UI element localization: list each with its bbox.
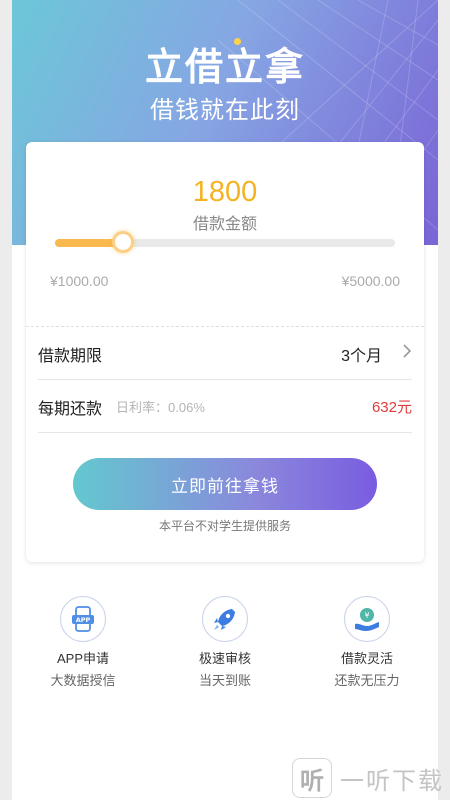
loan-amount-label: 借款金额 [192, 216, 257, 233]
slider-max-label: ¥5000.00 [341, 273, 400, 289]
loan-term-label: 借款期限 [38, 347, 103, 365]
feature-item: APP APP申请 大数据授信 [12, 596, 154, 689]
svg-text:¥: ¥ [364, 611, 369, 620]
amount-slider[interactable] [55, 231, 395, 253]
dashed-divider [26, 326, 424, 327]
hero-subtitle: 借钱就在此刻 [150, 97, 300, 124]
feature-subtitle: 大数据授信 [50, 673, 116, 688]
feature-title: 借款灵活 [340, 651, 393, 666]
feature-title: 极速审核 [198, 651, 251, 666]
svg-text:APP: APP [76, 616, 91, 624]
watermark: 听 一听下载 [292, 756, 450, 800]
feature-subtitle: 当天到账 [198, 673, 251, 688]
app-screen: 立借立拿 借钱就在此刻 1800 借款金额 ¥1000.00 ¥5000.00 … [12, 0, 438, 800]
slider-handle[interactable] [112, 231, 134, 253]
hero-title: 立借立拿 [144, 45, 305, 89]
hand-yen-icon: ¥ [344, 596, 390, 642]
feature-subtitle: 还款无压力 [334, 673, 400, 688]
student-notice: 本平台不对学生提供服务 [158, 519, 291, 533]
feature-list: APP APP申请 大数据授信 极速审核 当天到账 ¥ 借款灵活 还款无压力 [12, 596, 438, 689]
loan-term-value: 3个月 [341, 347, 382, 365]
sparkle-dot [234, 38, 241, 45]
feature-title: APP申请 [56, 651, 109, 666]
repayment-label: 每期还款 [38, 400, 103, 418]
loan-amount: 1800 [192, 176, 258, 208]
repayment-row: 每期还款 日利率：0.06% 632元 [38, 381, 412, 433]
repayment-value: 632元 [371, 399, 412, 416]
slider-min-label: ¥1000.00 [50, 273, 109, 289]
feature-item: 极速审核 当天到账 [154, 596, 296, 689]
rocket-icon [202, 596, 248, 642]
loan-card: 1800 借款金额 ¥1000.00 ¥5000.00 借款期限 3个月 每期还… [26, 142, 424, 562]
watermark-text: 一听下载 [340, 767, 444, 795]
daily-rate: 日利率：0.06% [116, 400, 205, 415]
phone-app-icon: APP [60, 596, 106, 642]
chevron-right-icon [392, 343, 412, 364]
get-money-button[interactable]: 立即前往拿钱 [73, 458, 377, 510]
feature-item: ¥ 借款灵活 还款无压力 [296, 596, 438, 689]
watermark-logo: 听 [292, 758, 332, 798]
loan-term-row[interactable]: 借款期限 3个月 [38, 328, 412, 380]
